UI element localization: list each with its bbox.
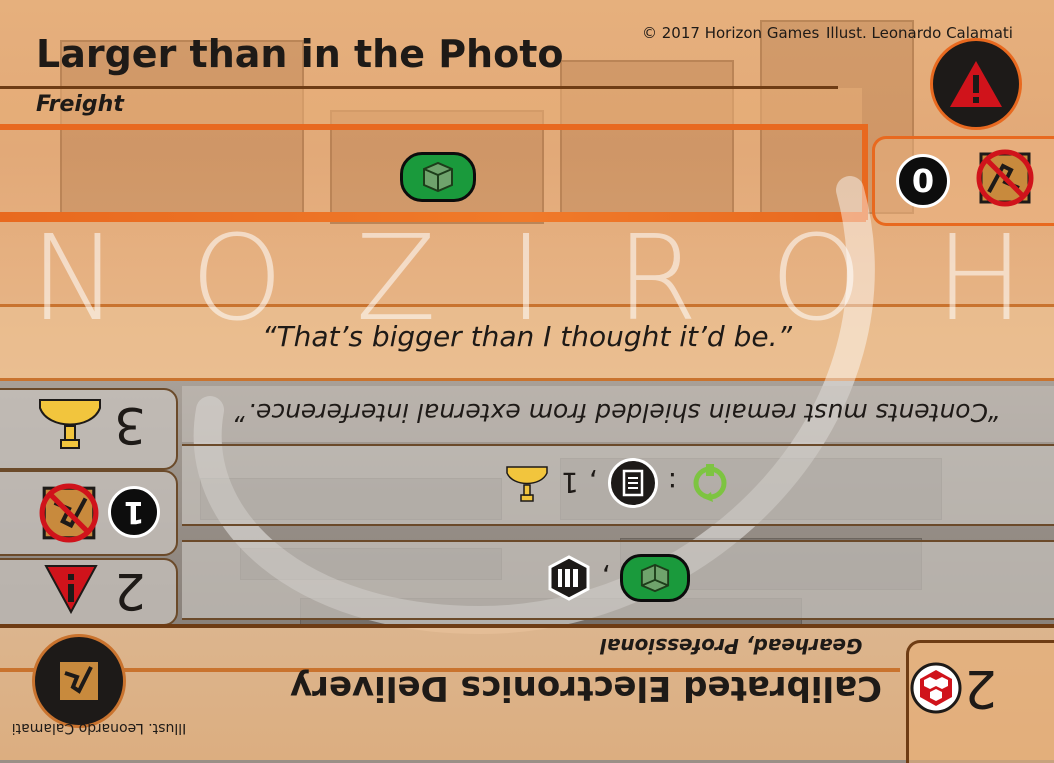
reverse-cost: 2 — [964, 658, 998, 718]
document-icon — [622, 469, 643, 497]
reverse-illustrator: Illust. Leonardo Calamati — [11, 720, 187, 736]
stat-value: 3 — [114, 396, 146, 454]
reward-line: : , 1 — [182, 444, 1054, 522]
requirement-separator: , — [601, 561, 611, 595]
card-title: Larger than in the Photo — [36, 32, 564, 76]
crate-icon — [641, 563, 670, 593]
skill-badge — [32, 634, 126, 728]
gear-badge-icon — [548, 555, 590, 601]
agility-icon — [58, 660, 100, 702]
stat-value: 2 — [114, 562, 146, 620]
accent-line — [0, 86, 838, 89]
reward-separator: : — [667, 466, 678, 500]
freight-token — [620, 554, 691, 602]
danger-badge — [930, 38, 1022, 130]
copyright-text: © 2017 Horizon Games — [642, 24, 820, 42]
hex-cost-icon — [910, 662, 962, 714]
warning-icon — [950, 61, 1002, 107]
accent-line — [0, 124, 866, 130]
card-type: Freight — [36, 92, 124, 117]
badge-number: 0 — [911, 162, 935, 200]
reward-separator: , — [588, 466, 598, 500]
no-agility-icon — [975, 148, 1035, 208]
recycle-icon — [693, 464, 727, 502]
reward-count: 1 — [560, 466, 579, 500]
trophy-icon — [506, 466, 548, 502]
danger-triangle-icon — [44, 564, 98, 615]
document-badge — [607, 458, 658, 508]
type-band — [0, 88, 862, 124]
no-agility-icon — [38, 482, 100, 544]
trophy-icon — [34, 396, 106, 452]
one-badge: 1 — [108, 486, 160, 538]
stat-value: 1 — [123, 494, 145, 530]
reverse-subtitle: Gearhead, Professional — [600, 634, 863, 658]
reverse-title: Calibrated Electronics Delivery — [290, 668, 883, 708]
requirement-line: , — [182, 540, 1054, 616]
reverse-flavor-text: “Contents must remain shielded from exte… — [235, 398, 1001, 427]
